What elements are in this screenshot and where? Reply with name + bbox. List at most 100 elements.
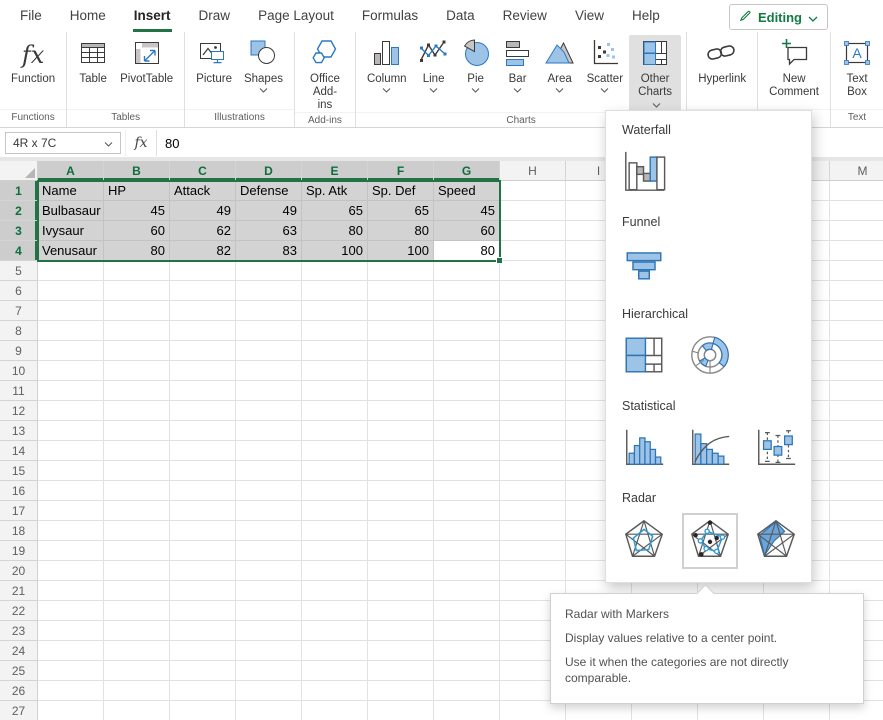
cell-e27[interactable] <box>302 701 368 720</box>
tab-data[interactable]: Data <box>432 0 489 32</box>
ribbon-button-area[interactable]: Area <box>539 35 581 112</box>
cell-e25[interactable] <box>302 661 368 681</box>
cell-a20[interactable] <box>38 561 104 581</box>
cell-c9[interactable] <box>170 341 236 361</box>
cell-h15[interactable] <box>500 461 566 481</box>
cell-e9[interactable] <box>302 341 368 361</box>
ribbon-button-scatter[interactable]: Scatter <box>581 35 629 112</box>
cell-m20[interactable] <box>830 561 883 581</box>
chart-type-filled-radar[interactable] <box>753 518 799 564</box>
cell-d22[interactable] <box>236 601 302 621</box>
cell-c14[interactable] <box>170 441 236 461</box>
cell-e7[interactable] <box>302 301 368 321</box>
cell-a11[interactable] <box>38 381 104 401</box>
cell-h11[interactable] <box>500 381 566 401</box>
cell-a10[interactable] <box>38 361 104 381</box>
row-header-8[interactable]: 8 <box>0 321 38 341</box>
cell-h9[interactable] <box>500 341 566 361</box>
cell-c21[interactable] <box>170 581 236 601</box>
ribbon-button-pivottable[interactable]: PivotTable <box>114 35 179 109</box>
cell-d18[interactable] <box>236 521 302 541</box>
row-header-14[interactable]: 14 <box>0 441 38 461</box>
cell-f27[interactable] <box>368 701 434 720</box>
ribbon-button-picture[interactable]: Picture <box>190 35 238 109</box>
tab-file[interactable]: File <box>6 0 56 32</box>
chart-type-histogram[interactable] <box>621 426 667 472</box>
cell-c27[interactable] <box>170 701 236 720</box>
cell-c20[interactable] <box>170 561 236 581</box>
cell-a14[interactable] <box>38 441 104 461</box>
cell-h14[interactable] <box>500 441 566 461</box>
cell-f11[interactable] <box>368 381 434 401</box>
cell-d7[interactable] <box>236 301 302 321</box>
cell-g22[interactable] <box>434 601 500 621</box>
cell-f18[interactable] <box>368 521 434 541</box>
cell-e5[interactable] <box>302 261 368 281</box>
cell-e14[interactable] <box>302 441 368 461</box>
cell-d24[interactable] <box>236 641 302 661</box>
tab-draw[interactable]: Draw <box>185 0 245 32</box>
cell-h2[interactable] <box>500 201 566 221</box>
cell-c18[interactable] <box>170 521 236 541</box>
chart-type-radar-with-markers[interactable] <box>687 518 733 564</box>
row-header-17[interactable]: 17 <box>0 501 38 521</box>
ribbon-button-text-box[interactable]: ATextBox <box>836 35 878 109</box>
cell-d23[interactable] <box>236 621 302 641</box>
cell-m8[interactable] <box>830 321 883 341</box>
row-header-26[interactable]: 26 <box>0 681 38 701</box>
cell-e16[interactable] <box>302 481 368 501</box>
chart-type-sunburst[interactable] <box>687 334 733 380</box>
cell-d27[interactable] <box>236 701 302 720</box>
cell-d3[interactable]: 63 <box>236 221 302 241</box>
cell-g19[interactable] <box>434 541 500 561</box>
cell-d16[interactable] <box>236 481 302 501</box>
cell-g4[interactable]: 80 <box>434 241 500 261</box>
cell-b27[interactable] <box>104 701 170 720</box>
tab-insert[interactable]: Insert <box>120 0 185 32</box>
cell-e3[interactable]: 80 <box>302 221 368 241</box>
cell-d20[interactable] <box>236 561 302 581</box>
cell-a26[interactable] <box>38 681 104 701</box>
cell-e24[interactable] <box>302 641 368 661</box>
cell-c4[interactable]: 82 <box>170 241 236 261</box>
ribbon-button-function[interactable]: fxFunction <box>5 35 61 109</box>
tab-home[interactable]: Home <box>56 0 120 32</box>
cell-m5[interactable] <box>830 261 883 281</box>
row-header-7[interactable]: 7 <box>0 301 38 321</box>
cell-m10[interactable] <box>830 361 883 381</box>
cell-c17[interactable] <box>170 501 236 521</box>
row-header-22[interactable]: 22 <box>0 601 38 621</box>
cell-d19[interactable] <box>236 541 302 561</box>
cell-f7[interactable] <box>368 301 434 321</box>
cell-f9[interactable] <box>368 341 434 361</box>
cell-g6[interactable] <box>434 281 500 301</box>
cell-e11[interactable] <box>302 381 368 401</box>
row-header-3[interactable]: 3 <box>0 221 38 241</box>
cell-d5[interactable] <box>236 261 302 281</box>
cell-f3[interactable]: 80 <box>368 221 434 241</box>
cell-g16[interactable] <box>434 481 500 501</box>
cell-c12[interactable] <box>170 401 236 421</box>
chart-type-funnel[interactable] <box>621 242 667 288</box>
cell-m18[interactable] <box>830 521 883 541</box>
cell-c2[interactable]: 49 <box>170 201 236 221</box>
cell-d2[interactable]: 49 <box>236 201 302 221</box>
cell-g21[interactable] <box>434 581 500 601</box>
cell-e15[interactable] <box>302 461 368 481</box>
ribbon-button-office-add-ins[interactable]: OfficeAdd-ins <box>300 35 350 112</box>
cell-e10[interactable] <box>302 361 368 381</box>
cell-a18[interactable] <box>38 521 104 541</box>
cell-a12[interactable] <box>38 401 104 421</box>
cell-m6[interactable] <box>830 281 883 301</box>
row-header-10[interactable]: 10 <box>0 361 38 381</box>
cell-m14[interactable] <box>830 441 883 461</box>
cell-c1[interactable]: Attack <box>170 181 236 201</box>
cell-m12[interactable] <box>830 401 883 421</box>
cell-b12[interactable] <box>104 401 170 421</box>
cell-e1[interactable]: Sp. Atk <box>302 181 368 201</box>
cell-e22[interactable] <box>302 601 368 621</box>
cell-b4[interactable]: 80 <box>104 241 170 261</box>
cell-c19[interactable] <box>170 541 236 561</box>
cell-f25[interactable] <box>368 661 434 681</box>
row-header-4[interactable]: 4 <box>0 241 38 261</box>
